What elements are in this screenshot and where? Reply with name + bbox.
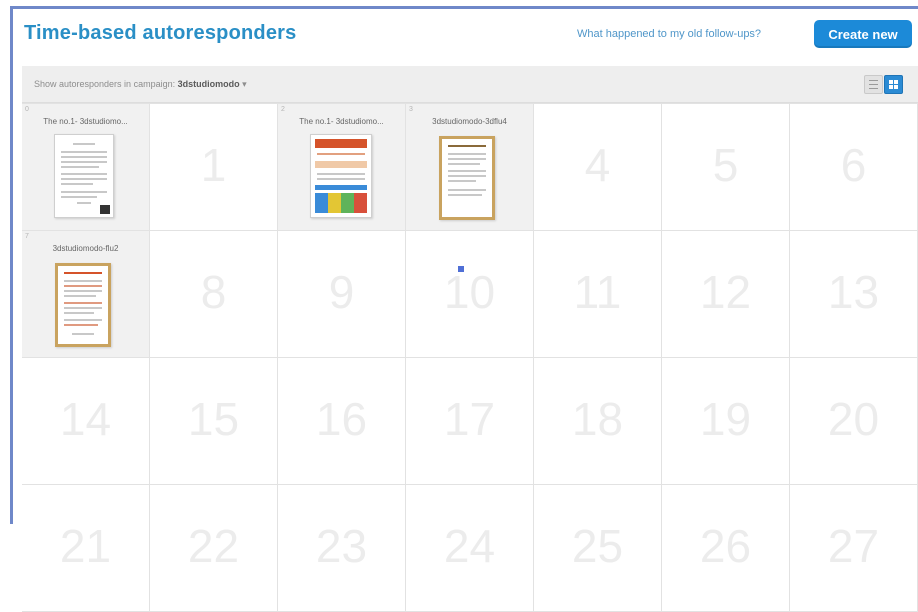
calendar-cell-day-6[interactable]: 6 (790, 104, 918, 231)
calendar-cell-day-25[interactable]: 25 (534, 485, 662, 612)
calendar-cell-day-24[interactable]: 24 (406, 485, 534, 612)
day-number: 8 (200, 266, 227, 318)
calendar-cell-day-11[interactable]: 11 (534, 231, 662, 358)
day-number: 11 (573, 266, 622, 318)
calendar-cell-day-15[interactable]: 15 (150, 358, 278, 485)
create-new-button[interactable]: Create new (814, 20, 912, 48)
day-number: 14 (59, 393, 112, 445)
page-title: Time-based autoresponders (24, 22, 297, 44)
selection-frame-left (10, 6, 13, 524)
day-number: 1 (200, 139, 227, 191)
list-view-button[interactable] (864, 75, 883, 94)
calendar-cell-day-26[interactable]: 26 (662, 485, 790, 612)
selection-frame-top (10, 6, 918, 9)
campaign-filter-label: Show autoresponders in campaign: (34, 79, 176, 89)
day-number: 18 (571, 393, 624, 445)
day-number: 17 (443, 393, 496, 445)
calendar-cell-day-22[interactable]: 22 (150, 485, 278, 612)
campaign-filter[interactable]: Show autoresponders in campaign: 3dstudi… (34, 79, 247, 90)
day-number: 25 (571, 520, 624, 572)
autoresponder-calendar: 0 The no.1- 3dstudiomo... 1 2 The no.1- … (22, 103, 918, 612)
day-number: 21 (59, 520, 112, 572)
calendar-cell-day-17[interactable]: 17 (406, 358, 534, 485)
message-thumbnail[interactable] (439, 136, 495, 220)
old-followups-link[interactable]: What happened to my old follow-ups? (577, 28, 761, 40)
day-number: 13 (827, 266, 880, 318)
message-thumbnail[interactable] (55, 263, 111, 347)
day-number: 12 (699, 266, 752, 318)
message-thumbnail[interactable] (54, 134, 114, 218)
day-number: 4 (584, 139, 611, 191)
calendar-cell-day-4[interactable]: 4 (534, 104, 662, 231)
calendar-cell-day-23[interactable]: 23 (278, 485, 406, 612)
day-number: 5 (712, 139, 739, 191)
calendar-cell-day-5[interactable]: 5 (662, 104, 790, 231)
day-number: 22 (187, 520, 240, 572)
campaign-filter-value[interactable]: 3dstudiomodo (178, 79, 240, 89)
day-number: 6 (840, 139, 867, 191)
calendar-cell-day-2[interactable]: 2 The no.1- 3dstudiomo... (278, 104, 406, 231)
day-number: 3 (409, 106, 413, 113)
grid-view-button[interactable] (884, 75, 903, 94)
message-name[interactable]: The no.1- 3dstudiomo... (278, 117, 405, 126)
day-number: 9 (328, 266, 355, 318)
message-name[interactable]: 3dstudiomodo-3dflu4 (406, 117, 533, 126)
day-number: 7 (25, 233, 29, 240)
list-view-icon (869, 80, 878, 89)
calendar-cell-day-13[interactable]: 13 (790, 231, 918, 358)
message-name[interactable]: The no.1- 3dstudiomo... (22, 117, 149, 126)
calendar-cell-day-16[interactable]: 16 (278, 358, 406, 485)
calendar-cell-day-3[interactable]: 3 3dstudiomodo-3dflu4 (406, 104, 534, 231)
day-number: 27 (827, 520, 880, 572)
calendar-cell-day-1[interactable]: 1 (150, 104, 278, 231)
calendar-cell-day-18[interactable]: 18 (534, 358, 662, 485)
day-number: 2 (281, 106, 285, 113)
day-number: 19 (699, 393, 752, 445)
campaign-filter-bar: Show autoresponders in campaign: 3dstudi… (22, 66, 918, 103)
calendar-cell-day-12[interactable]: 12 (662, 231, 790, 358)
day-number: 24 (443, 520, 496, 572)
calendar-cell-day-9[interactable]: 9 (278, 231, 406, 358)
message-name[interactable]: 3dstudiomodo-flu2 (22, 244, 149, 253)
day-number: 20 (827, 393, 880, 445)
day-number: 23 (315, 520, 368, 572)
calendar-cell-day-19[interactable]: 19 (662, 358, 790, 485)
drop-target-marker (458, 266, 464, 272)
calendar-cell-day-21[interactable]: 21 (22, 485, 150, 612)
day-number: 26 (699, 520, 752, 572)
calendar-cell-day-14[interactable]: 14 (22, 358, 150, 485)
calendar-cell-day-0[interactable]: 0 The no.1- 3dstudiomo... (22, 104, 150, 231)
grid-view-icon (889, 80, 898, 89)
day-number: 0 (25, 106, 29, 113)
calendar-cell-day-8[interactable]: 8 (150, 231, 278, 358)
day-number: 15 (187, 393, 240, 445)
calendar-cell-day-7[interactable]: 7 3dstudiomodo-flu2 (22, 231, 150, 358)
calendar-cell-day-27[interactable]: 27 (790, 485, 918, 612)
calendar-cell-day-10[interactable]: 10 (406, 231, 534, 358)
calendar-cell-day-20[interactable]: 20 (790, 358, 918, 485)
message-thumbnail[interactable] (310, 134, 372, 218)
chevron-down-icon[interactable]: ▾ (242, 79, 247, 89)
day-number: 16 (315, 393, 368, 445)
day-number: 10 (443, 266, 496, 318)
